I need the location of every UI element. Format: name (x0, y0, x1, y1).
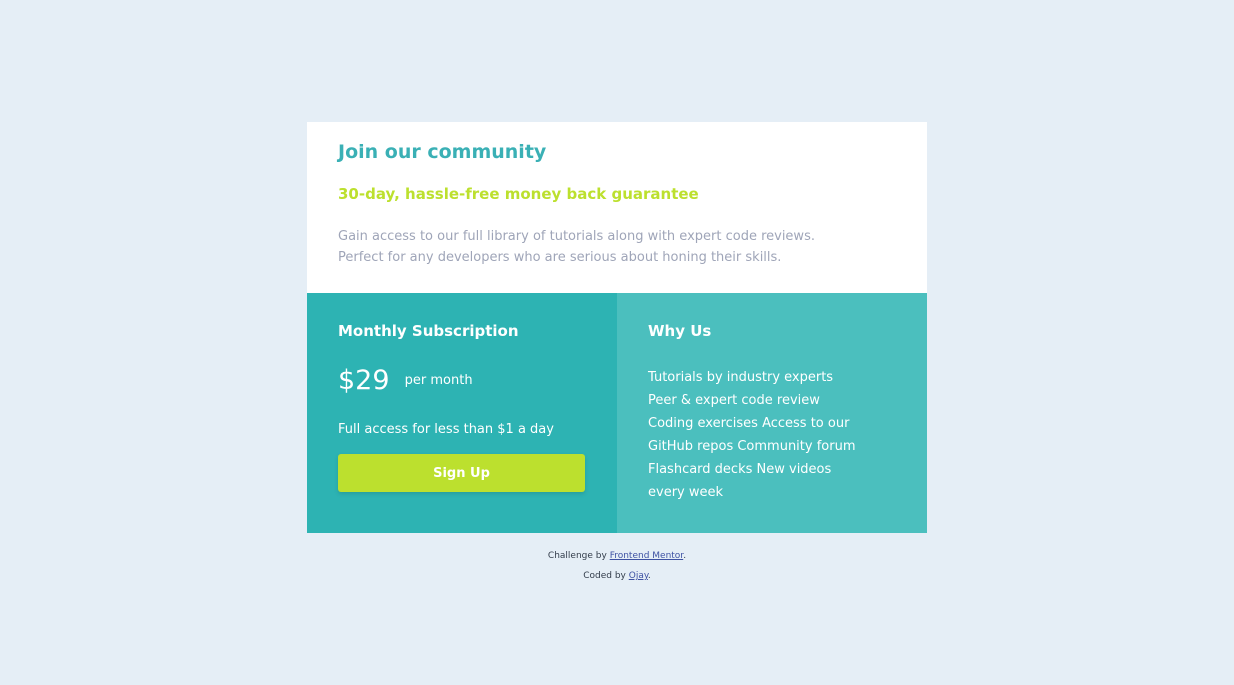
why-us-item: Peer & expert code review (648, 393, 820, 408)
challenge-prefix: Challenge by (547, 551, 610, 561)
coded-by-credit: Coded by Ojay. (0, 566, 1234, 586)
price-amount: $29 (338, 365, 390, 396)
coded-suffix: . (647, 571, 651, 581)
challenge-credit: Challenge by Frontend Mentor. (0, 546, 1234, 566)
card-title: Join our community (338, 141, 547, 163)
sign-up-button[interactable]: Sign Up (338, 454, 585, 492)
author-link[interactable]: Ojay (629, 571, 648, 581)
monthly-title: Monthly Subscription (338, 322, 519, 340)
price-row: $29 per month (338, 365, 473, 396)
challenge-suffix: . (683, 551, 687, 561)
access-text: Full access for less than $1 a day (338, 422, 554, 437)
attribution-footer: Challenge by Frontend Mentor. Coded by O… (0, 546, 1234, 586)
why-us-item: Tutorials by industry experts (648, 370, 834, 385)
description-line: Perfect for any developers who are serio… (338, 250, 782, 265)
why-us-item: Coding exercises Access to our (648, 416, 850, 431)
description-line: Gain access to our full library of tutor… (338, 229, 815, 244)
why-us-item: GitHub repos Community forum (648, 439, 856, 454)
guarantee-text: 30-day, hassle-free money back guarantee (338, 185, 699, 203)
coded-prefix: Coded by (583, 571, 629, 581)
frontend-mentor-link[interactable]: Frontend Mentor (610, 551, 684, 561)
why-us-title: Why Us (648, 322, 712, 340)
pricing-card: Join our community 30-day, hassle-free m… (307, 122, 927, 533)
why-us-list: Tutorials by industry experts Peer & exp… (648, 366, 868, 504)
card-header-section: Join our community 30-day, hassle-free m… (307, 122, 927, 293)
why-us-item: Flashcard decks New videos (648, 462, 832, 477)
monthly-subscription-section: Monthly Subscription $29 per month Full … (307, 293, 617, 533)
price-period: per month (404, 373, 473, 388)
why-us-section: Why Us Tutorials by industry experts Pee… (617, 293, 927, 533)
why-us-item: every week (648, 485, 724, 500)
card-description: Gain access to our full library of tutor… (338, 226, 898, 268)
